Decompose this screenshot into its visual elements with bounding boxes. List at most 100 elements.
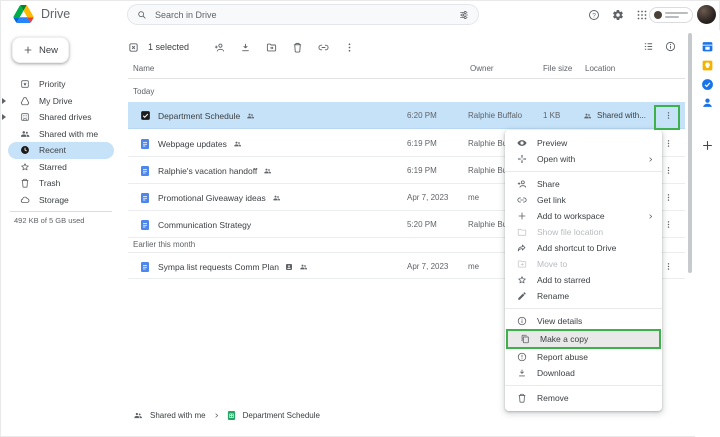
my-drive-icon — [20, 96, 30, 106]
more-vert-icon — [664, 138, 673, 149]
menu-item-preview[interactable]: Preview — [505, 135, 662, 151]
chevron-right-icon — [647, 213, 654, 220]
menu-item-get-link[interactable]: Get link — [505, 192, 662, 208]
help-icon[interactable]: ? — [588, 9, 600, 21]
share-icon[interactable] — [214, 42, 225, 53]
sidebar-item-shared-drives[interactable]: Shared drives — [2, 109, 114, 126]
menu-item-label: Add to starred — [537, 275, 591, 285]
menu-item-view-details[interactable]: View details — [505, 313, 662, 329]
row-more-actions[interactable] — [661, 253, 675, 280]
download-icon — [517, 368, 527, 378]
menu-item-add-shortcut-to-drive[interactable]: Add shortcut to Drive — [505, 240, 662, 256]
selected-count: 1 selected — [148, 42, 190, 52]
sidebar-nav: Priority My Drive Shared drives Shared w… — [2, 76, 114, 209]
advanced-search-icon[interactable] — [459, 10, 469, 20]
menu-item-label: View details — [537, 316, 583, 326]
column-location[interactable]: Location — [585, 64, 615, 73]
row-more-actions[interactable] — [661, 157, 675, 184]
menu-item-label: Share — [537, 179, 560, 189]
deselect-icon[interactable] — [128, 42, 139, 53]
menu-item-add-to-starred[interactable]: Add to starred — [505, 272, 662, 288]
chevron-right-icon — [647, 156, 654, 163]
checked-checkbox-icon[interactable] — [140, 110, 151, 121]
menu-item-label: Add shortcut to Drive — [537, 243, 617, 253]
calendar-icon[interactable] — [701, 40, 714, 53]
menu-item-remove[interactable]: Remove — [505, 390, 662, 406]
menu-item-rename[interactable]: Rename — [505, 288, 662, 304]
move-to-icon[interactable] — [266, 42, 277, 53]
drive-logo: Drive — [13, 5, 70, 23]
sidebar-item-recent[interactable]: Recent — [8, 142, 114, 159]
settings-gear-icon[interactable] — [612, 9, 624, 21]
column-file-size[interactable]: File size — [543, 64, 572, 73]
details-info-icon[interactable] — [665, 41, 676, 52]
side-panel-rail — [695, 30, 720, 437]
search-icon — [137, 10, 147, 20]
svg-text:?: ? — [592, 12, 596, 19]
shared-people-icon — [246, 112, 255, 120]
breadcrumb-parent[interactable]: Shared with me — [150, 411, 206, 420]
search-bar[interactable]: Search in Drive — [127, 4, 479, 25]
organization-text — [665, 12, 688, 18]
get-addons-icon[interactable] — [701, 139, 714, 152]
link-icon — [517, 195, 527, 205]
menu-item-show-file-location: Show file location — [505, 224, 662, 240]
expand-arrow-icon[interactable] — [2, 114, 6, 121]
more-actions-icon[interactable] — [344, 42, 355, 53]
menu-item-label: Preview — [537, 138, 568, 148]
shared-people-icon — [263, 167, 272, 175]
vertical-scrollbar[interactable] — [688, 33, 692, 273]
row-more-actions[interactable] — [661, 184, 675, 211]
annotation-highlight-box — [654, 105, 680, 130]
breadcrumb-current[interactable]: Department Schedule — [243, 411, 320, 420]
get-link-icon[interactable] — [318, 42, 329, 53]
sidebar-item-storage[interactable]: Storage — [8, 192, 114, 209]
menu-item-make-a-copy[interactable]: Make a copy — [506, 329, 661, 349]
chevron-right-icon — [213, 412, 220, 419]
menu-item-add-to-workspace[interactable]: Add to workspace — [505, 208, 662, 224]
account-avatar[interactable] — [697, 5, 716, 24]
column-headers: Name Owner File size Location — [128, 62, 685, 79]
more-vert-icon — [664, 165, 673, 176]
menu-item-label: Open with — [537, 154, 576, 164]
delete-icon[interactable] — [292, 42, 303, 53]
shortcut-icon — [517, 243, 527, 253]
sidebar-item-trash[interactable]: Trash — [8, 175, 114, 192]
shared-people-icon — [299, 263, 308, 271]
person-add-icon — [517, 179, 527, 189]
expand-arrow-icon[interactable] — [2, 97, 6, 104]
row-more-actions[interactable] — [661, 130, 675, 157]
layout-toggle-icon[interactable] — [643, 41, 654, 52]
organization-badge[interactable] — [649, 7, 693, 23]
file-row-department-schedule[interactable]: Department Schedule 6:20 PM Ralphie Buff… — [128, 102, 685, 129]
shared-with-me-icon — [133, 411, 143, 420]
menu-item-share[interactable]: Share — [505, 176, 662, 192]
menu-item-download[interactable]: Download — [505, 365, 662, 381]
search-placeholder: Search in Drive — [155, 9, 217, 20]
sidebar-item-starred[interactable]: Starred — [8, 159, 114, 176]
download-icon[interactable] — [240, 42, 251, 53]
contacts-icon[interactable] — [701, 96, 714, 109]
sidebar-item-shared-with-me[interactable]: Shared with me — [8, 126, 114, 143]
people-icon — [20, 129, 30, 139]
apps-grid-icon[interactable] — [636, 9, 648, 21]
menu-item-label: Move to — [537, 259, 568, 269]
document-file-icon — [140, 219, 150, 231]
tasks-icon[interactable] — [701, 78, 714, 91]
column-owner[interactable]: Owner — [470, 64, 494, 73]
column-name[interactable]: Name — [133, 64, 154, 73]
menu-divider — [505, 308, 662, 309]
document-file-icon — [140, 165, 150, 177]
shared-people-icon — [233, 140, 242, 148]
new-button-label: New — [38, 44, 58, 56]
sidebar-item-priority[interactable]: Priority — [8, 76, 114, 93]
keep-icon[interactable] — [701, 59, 714, 72]
selection-toolbar: 1 selected — [128, 37, 355, 57]
menu-item-report-abuse[interactable]: Report abuse — [505, 349, 662, 365]
row-more-actions[interactable] — [661, 211, 675, 238]
sidebar-item-my-drive[interactable]: My Drive — [2, 93, 114, 110]
storage-used-text: 492 KB of 5 GB used — [14, 216, 85, 225]
new-button[interactable]: New — [12, 37, 69, 63]
trash-icon — [517, 393, 527, 403]
menu-item-open-with[interactable]: Open with — [505, 151, 662, 167]
